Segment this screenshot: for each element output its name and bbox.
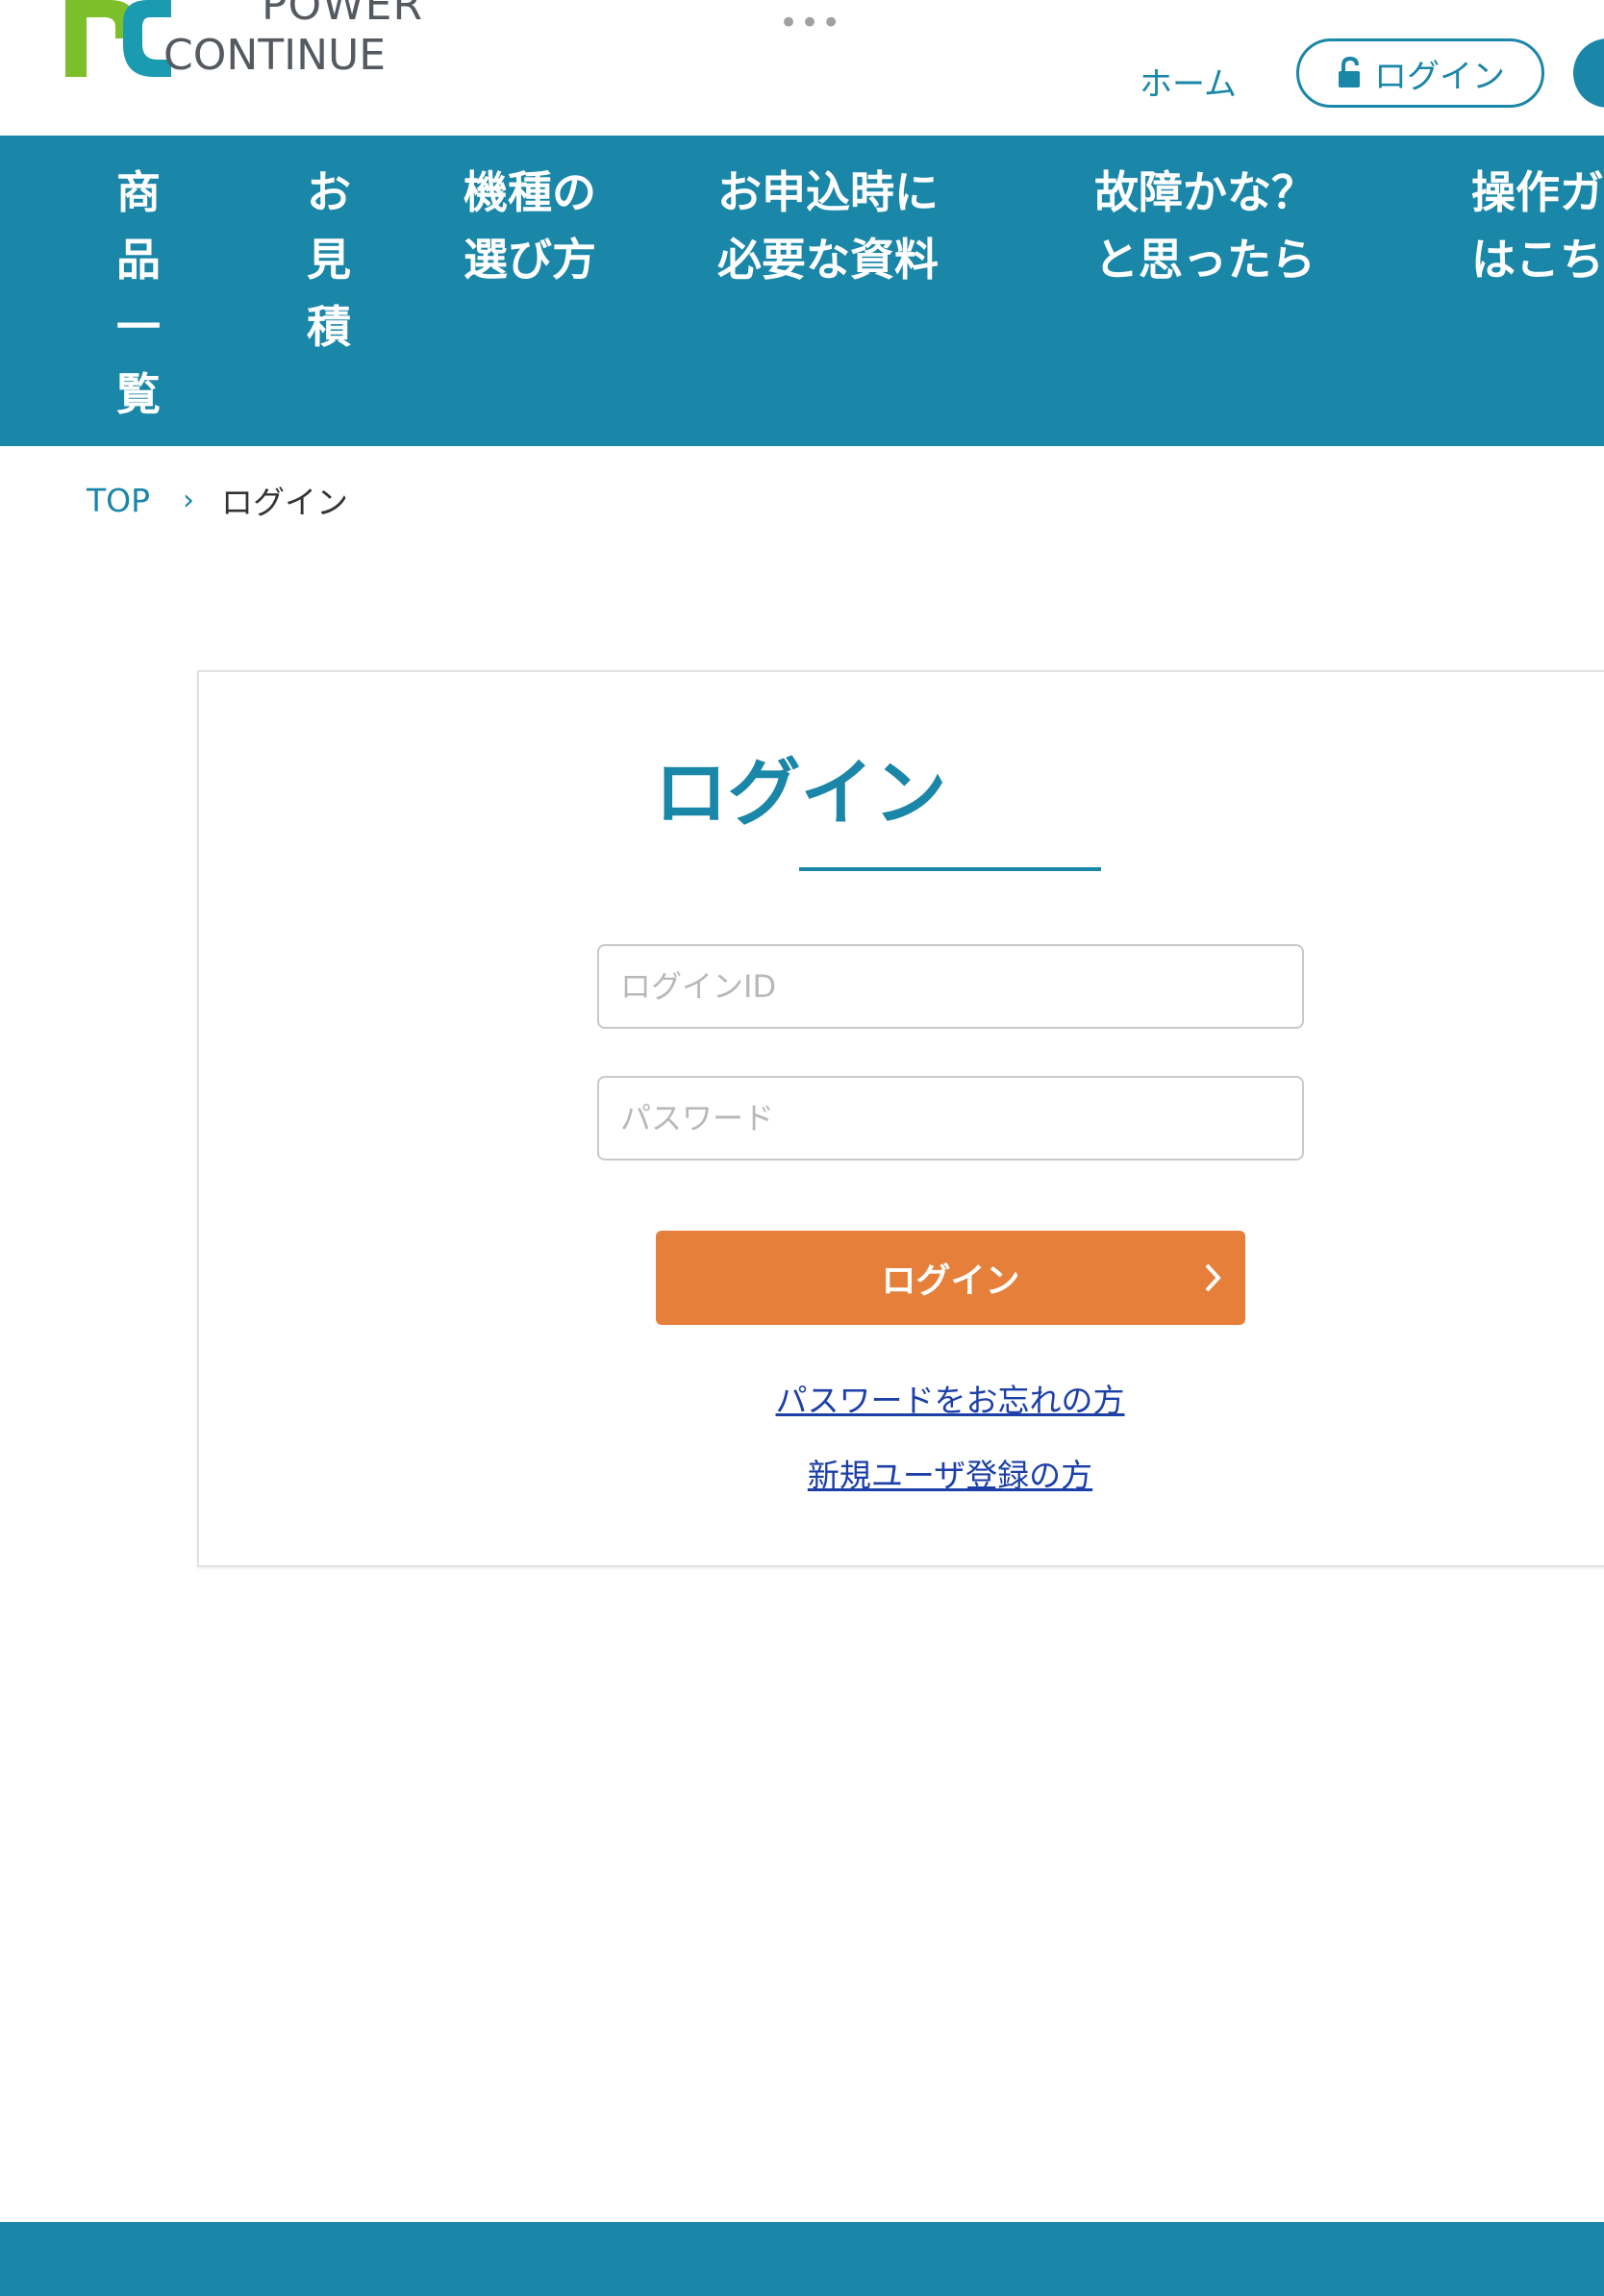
breadcrumb-current: ログイン	[221, 484, 349, 521]
forgot-password-link[interactable]: パスワードをお忘れの方	[0, 1375, 1604, 1421]
login-id-input[interactable]	[597, 944, 1304, 1029]
chevron-right-icon: ›	[183, 483, 195, 517]
nav-item-label: 見	[307, 234, 351, 286]
nav-item-label: お	[307, 166, 351, 218]
nav-item-troubleshooting[interactable]: 故障かな？ と思ったら	[1094, 159, 1316, 293]
nav-item-label: 機種の	[464, 166, 596, 218]
title-underline	[799, 867, 1101, 871]
password-input[interactable]	[597, 1076, 1304, 1160]
unlock-icon	[1339, 57, 1360, 87]
more-dots-icon[interactable]: •••	[779, 4, 842, 42]
chevron-right-icon	[1205, 1263, 1221, 1292]
logo-text-continue: CONTINUE	[163, 31, 387, 80]
site-header: POWER CONTINUE ••• ホーム ログイン	[0, 0, 1604, 136]
nav-item-label: 覧	[116, 368, 161, 420]
nav-item-label: と思ったら	[1094, 234, 1316, 286]
nav-item-label: 選び方	[464, 234, 596, 286]
login-submit-button[interactable]: ログイン	[656, 1231, 1245, 1325]
site-logo[interactable]: POWER CONTINUE	[65, 0, 422, 87]
nav-item-label: はこち	[1471, 234, 1604, 286]
site-footer	[0, 2222, 1604, 2296]
nav-item-operation-guide[interactable]: 操作ガ はこち	[1471, 159, 1604, 293]
nav-item-label: 品	[116, 234, 161, 286]
home-link[interactable]: ホーム	[1140, 58, 1237, 105]
nav-item-estimate[interactable]: お 見 積	[305, 159, 353, 361]
nav-item-label: 一	[116, 301, 161, 353]
nav-item-required-documents[interactable]: お申込時に 必要な資料	[717, 159, 939, 293]
logo-text-power: POWER	[262, 0, 424, 30]
register-user-link[interactable]: 新規ユーザ登録の方	[0, 1450, 1604, 1496]
nav-item-label: 故障かな？	[1094, 166, 1316, 218]
header-login-button[interactable]: ログイン	[1296, 38, 1544, 108]
header-secondary-button[interactable]	[1573, 38, 1604, 108]
nav-item-label: お申込時に	[717, 166, 939, 218]
login-submit-label: ログイン	[881, 1261, 1020, 1301]
nav-item-label: 操作ガ	[1471, 166, 1604, 218]
logo-mark-icon	[65, 0, 171, 77]
nav-item-choose-model[interactable]: 機種の 選び方	[464, 159, 596, 293]
nav-item-label: 商	[116, 166, 161, 218]
login-title: ログイン	[654, 750, 947, 836]
nav-item-label: 積	[307, 301, 351, 353]
header-login-label: ログイン	[1374, 57, 1505, 96]
nav-item-label: 必要な資料	[717, 234, 939, 286]
breadcrumb-top-link[interactable]: TOP	[87, 482, 150, 519]
breadcrumb: TOP › ログイン	[87, 477, 348, 523]
nav-item-products[interactable]: 商 品 一 覧	[114, 159, 163, 428]
global-nav: 商 品 一 覧 お 見 積 機種の 選び方 お申込時に 必要な資料 故障かな？ …	[0, 136, 1604, 446]
